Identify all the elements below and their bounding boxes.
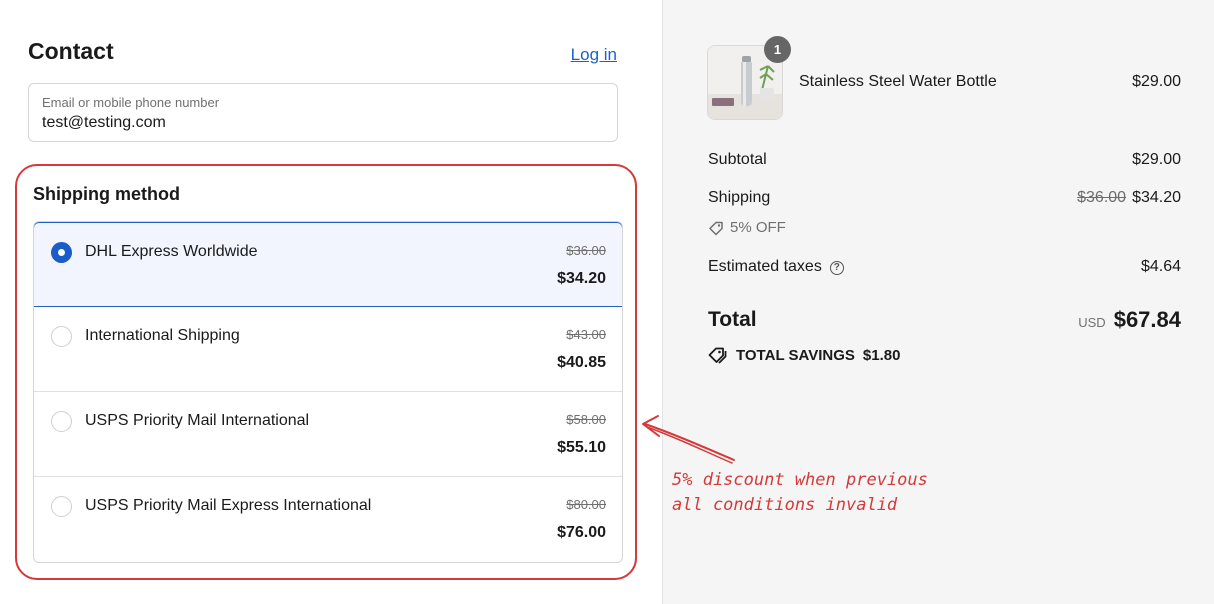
shipping-value-group: $36.00 $34.20 [1077,189,1181,207]
shipping-option-usps-priority[interactable]: USPS Priority Mail International $58.00 … [34,392,622,477]
shipping-option-old-price: $43.00 [566,327,606,342]
annotation-note: 5% discount when previous all conditions… [672,468,928,518]
shipping-label: Shipping [708,189,771,206]
contact-heading: Contact [28,38,114,64]
radio-selected-icon[interactable] [51,242,72,263]
total-value-group: USD $67.84 [1078,307,1181,333]
shipping-new-price: $34.20 [1132,189,1181,206]
currency-code: USD [1078,315,1106,330]
shipping-option-international[interactable]: International Shipping $43.00 $40.85 [34,307,622,392]
product-name: Stainless Steel Water Bottle [799,73,997,90]
shipping-option-dhl[interactable]: DHL Express Worldwide $36.00 $34.20 [34,222,622,307]
total-label: Total [708,308,757,331]
radio-unselected-icon[interactable] [51,326,72,347]
email-field-value[interactable]: test@testing.com [42,114,166,132]
tag-icon [709,221,723,235]
login-link[interactable]: Log in [571,45,617,65]
shipping-option-price: $34.20 [557,270,606,287]
total-savings: TOTAL SAVINGS $1.80 [708,346,900,364]
shipping-old-price: $36.00 [1077,189,1127,206]
shipping-option-name: DHL Express Worldwide [85,243,258,260]
shipping-method-heading: Shipping method [33,184,180,204]
shipping-option-name: International Shipping [85,327,240,344]
email-field-label: Email or mobile phone number [42,95,220,110]
quantity-badge: 1 [764,36,791,63]
checkout-form-panel: Contact Log in Email or mobile phone num… [0,0,662,604]
savings-value: $1.80 [862,346,901,364]
discount-tag: 5% OFF [708,219,786,236]
taxes-value: $4.64 [1140,258,1181,275]
annotation-line-1: 5% discount when previous [672,470,928,490]
radio-unselected-icon[interactable] [51,411,72,432]
shipping-option-old-price: $58.00 [566,412,606,427]
annotation-line-2: all conditions invalid [672,495,898,515]
shipping-option-old-price: $80.00 [566,497,606,512]
shipping-option-price: $40.85 [557,354,606,371]
shipping-option-price: $55.10 [557,439,606,456]
discount-label: 5% OFF [730,219,786,236]
help-circle-icon[interactable]: ? [829,261,844,275]
taxes-label-group: Estimated taxes? [708,258,844,276]
savings-tag-icon [708,347,727,364]
savings-label: TOTAL SAVINGS [736,346,855,364]
shipping-option-usps-express[interactable]: USPS Priority Mail Express International… [34,477,622,562]
total-amount: $67.84 [1113,307,1181,332]
shipping-option-old-price: $36.00 [566,243,606,258]
subtotal-label: Subtotal [708,151,767,168]
shipping-option-name: USPS Priority Mail International [85,412,310,429]
shipping-option-price: $76.00 [557,524,606,541]
subtotal-value: $29.00 [1132,151,1181,168]
taxes-label: Estimated taxes [708,258,822,275]
radio-unselected-icon[interactable] [51,496,72,517]
product-price: $29.00 [1132,73,1181,90]
shipping-options-list: DHL Express Worldwide $36.00 $34.20 Inte… [33,221,623,563]
shipping-option-name: USPS Priority Mail Express International [85,497,372,514]
email-field[interactable]: Email or mobile phone number test@testin… [28,83,618,142]
